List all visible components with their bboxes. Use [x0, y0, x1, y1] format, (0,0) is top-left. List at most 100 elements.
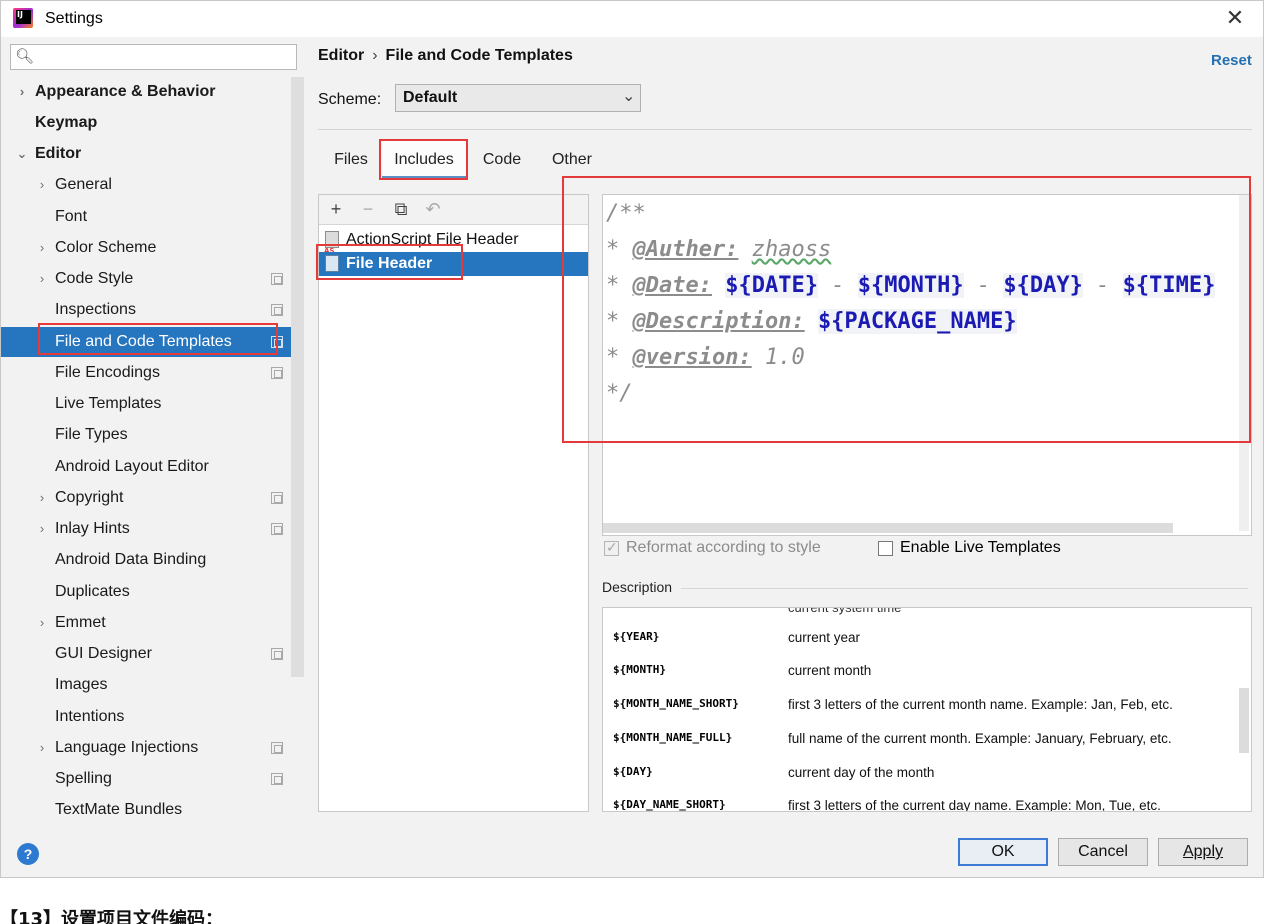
tree-item-label: Copyright: [55, 489, 124, 506]
collapse-arrow-icon[interactable]: ⌄: [16, 139, 28, 169]
expand-arrow-icon[interactable]: ›: [36, 608, 48, 638]
tree-item-keymap[interactable]: Keymap: [1, 108, 304, 138]
close-button[interactable]: ✕: [1223, 6, 1247, 30]
remove-template-button[interactable]: −: [357, 198, 379, 220]
tree-item-duplicates[interactable]: Duplicates: [1, 577, 304, 607]
tree-item-color-scheme[interactable]: › Color Scheme: [1, 233, 304, 263]
project-scope-icon: [271, 273, 283, 285]
tree-item-appearance[interactable]: › Appearance & Behavior: [1, 77, 304, 107]
question-icon: ?: [23, 846, 33, 862]
reset-link[interactable]: Reset: [1211, 52, 1252, 69]
variable-description: current year: [788, 630, 861, 645]
variable-name: ${YEAR}: [613, 630, 660, 643]
tree-item-android-data-binding[interactable]: Android Data Binding: [1, 545, 304, 575]
expand-arrow-icon[interactable]: ›: [36, 514, 48, 544]
scheme-dropdown[interactable]: Default ⌄: [395, 84, 641, 112]
variable-description: first 3 letters of the current day name.…: [788, 798, 1161, 812]
reset-template-button[interactable]: ↶: [422, 198, 444, 220]
tree-item-inspections[interactable]: Inspections: [1, 295, 304, 325]
tree-item-textmate-bundles[interactable]: TextMate Bundles: [1, 795, 304, 825]
comment-star: *: [606, 345, 633, 370]
editor-horizontal-scrollbar[interactable]: [603, 523, 1173, 533]
javadoc-tag: @version:: [632, 345, 752, 370]
tab-files[interactable]: Files: [326, 141, 376, 179]
tree-item-intentions[interactable]: Intentions: [1, 702, 304, 732]
live-templates-label: Enable Live Templates: [900, 539, 1061, 556]
template-code-editor[interactable]: /** * @Auther: zhaoss * @Date: ${DATE} -…: [602, 194, 1252, 536]
variable-name: ${MONTH_NAME_SHORT}: [613, 697, 739, 710]
javadoc-tag: @Description:: [632, 309, 805, 334]
tree-item-file-and-code-templates[interactable]: File and Code Templates: [1, 327, 304, 357]
template-variable: ${TIME}: [1122, 273, 1216, 298]
dash: -: [817, 273, 858, 298]
expand-arrow-icon[interactable]: ›: [36, 233, 48, 263]
apply-button[interactable]: Apply: [1158, 838, 1248, 866]
tree-item-file-encodings[interactable]: File Encodings: [1, 358, 304, 388]
add-template-button[interactable]: +: [325, 198, 347, 220]
list-item-actionscript-file-header[interactable]: ActionScript File Header: [319, 228, 588, 263]
tree-item-label: Code Style: [55, 270, 134, 287]
tree-item-label: Emmet: [55, 614, 106, 631]
breadcrumb-parent[interactable]: Editor: [318, 47, 364, 64]
cancel-button[interactable]: Cancel: [1058, 838, 1148, 866]
version-value: 1.0: [764, 345, 805, 370]
tree-item-inlay-hints[interactable]: › Inlay Hints: [1, 514, 304, 544]
list-item-file-header[interactable]: File Header: [319, 252, 588, 276]
sidebar-scrollbar[interactable]: [291, 77, 304, 677]
tree-item-images[interactable]: Images: [1, 670, 304, 700]
expand-arrow-icon[interactable]: ›: [16, 77, 28, 107]
expand-arrow-icon[interactable]: ›: [36, 483, 48, 513]
search-input[interactable]: [37, 47, 287, 67]
tree-item-general[interactable]: › General: [1, 170, 304, 200]
tree-item-language-injections[interactable]: › Language Injections: [1, 733, 304, 763]
scheme-label: Scheme:: [318, 91, 382, 108]
tree-item-android-layout-editor[interactable]: Android Layout Editor: [1, 452, 304, 482]
tab-other[interactable]: Other: [546, 141, 598, 179]
description-panel: current system time ${YEAR} current year…: [602, 607, 1252, 812]
comment-star: *: [606, 273, 633, 298]
checkbox-icon[interactable]: [878, 541, 893, 556]
tree-item-label: Appearance & Behavior: [35, 83, 216, 100]
title-bar: Settings ✕: [1, 1, 1263, 37]
tree-item-live-templates[interactable]: Live Templates: [1, 389, 304, 419]
tree-item-spelling[interactable]: Spelling: [1, 764, 304, 794]
list-toolbar: + − ⧉ ↶: [319, 195, 588, 225]
expand-arrow-icon[interactable]: ›: [36, 170, 48, 200]
divider: [681, 588, 1248, 589]
tree-item-copyright[interactable]: › Copyright: [1, 483, 304, 513]
tab-code[interactable]: Code: [476, 141, 528, 179]
tree-item-label: Intentions: [55, 708, 125, 725]
variable-name: ${MONTH}: [613, 663, 666, 676]
tree-item-editor[interactable]: ⌄ Editor: [1, 139, 304, 169]
list-item-label: File Header: [346, 255, 433, 272]
java-file-icon: [325, 255, 339, 272]
code-line: * @Date: ${DATE} - ${MONTH} - ${DAY} - $…: [606, 273, 1216, 298]
breadcrumb-separator-icon: ›: [372, 47, 378, 64]
tree-item-file-types[interactable]: File Types: [1, 420, 304, 450]
expand-arrow-icon[interactable]: ›: [36, 264, 48, 294]
tree-item-emmet[interactable]: › Emmet: [1, 608, 304, 638]
code-line: * @Description: ${PACKAGE_NAME}: [606, 309, 1017, 334]
ok-button[interactable]: OK: [958, 838, 1048, 866]
description-row: ${MONTH_NAME_FULL} full name of the curr…: [603, 731, 1243, 751]
editor-vertical-scrollbar[interactable]: [1239, 195, 1249, 531]
project-scope-icon: [271, 523, 283, 535]
tab-includes[interactable]: Includes: [382, 141, 466, 179]
help-button[interactable]: ?: [17, 843, 39, 865]
tree-item-code-style[interactable]: › Code Style: [1, 264, 304, 294]
tree-item-label: Inspections: [55, 301, 136, 318]
description-row: ${MONTH} current month: [603, 663, 1243, 683]
tree-item-label: Spelling: [55, 770, 112, 787]
copy-template-button[interactable]: ⧉: [390, 198, 412, 220]
settings-search[interactable]: 🔍︎: [10, 44, 297, 70]
expand-arrow-icon[interactable]: ›: [36, 733, 48, 763]
checkbox-checked-icon[interactable]: [604, 539, 619, 556]
tree-item-label: Editor: [35, 145, 82, 162]
description-row: ${MONTH_NAME_SHORT} first 3 letters of t…: [603, 697, 1243, 717]
actionscript-file-icon: [324, 231, 339, 263]
description-scrollbar[interactable]: [1239, 688, 1249, 753]
tree-item-label: File Encodings: [55, 364, 160, 381]
search-icon: 🔍︎: [15, 48, 35, 65]
tree-item-font[interactable]: Font: [1, 202, 304, 232]
tree-item-gui-designer[interactable]: GUI Designer: [1, 639, 304, 669]
